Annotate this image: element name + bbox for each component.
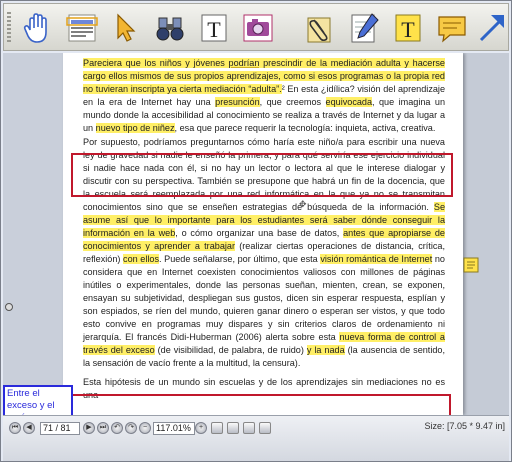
facing-view-icon[interactable] bbox=[243, 422, 255, 434]
body-text: , que creemos bbox=[259, 97, 326, 107]
forward-button[interactable]: ↷ bbox=[125, 422, 137, 434]
body-text: . Puede señalarse, por último, que esta bbox=[159, 254, 321, 264]
arrow-pointer-icon bbox=[117, 13, 136, 42]
binoculars-icon bbox=[156, 17, 184, 41]
find-tool-button[interactable] bbox=[150, 8, 190, 48]
callout-annotation[interactable]: Entre el exceso y el vacío.... bbox=[3, 385, 73, 415]
page-text: Pareciera que los niños y jóvenes podría… bbox=[83, 57, 445, 402]
highlighted-text[interactable]: nuevo tipo de niñez bbox=[95, 123, 175, 133]
continuous-facing-view-icon[interactable] bbox=[259, 422, 271, 434]
highlighted-text[interactable]: y la nada bbox=[306, 345, 345, 355]
first-page-button[interactable]: ⏮ bbox=[9, 422, 21, 434]
paragraph-1: Pareciera que los niños y jóvenes podría… bbox=[83, 57, 445, 135]
pencil-notepad-icon bbox=[351, 13, 379, 43]
zoom-in-button[interactable]: + bbox=[195, 422, 207, 434]
attach-tool-button[interactable] bbox=[300, 8, 340, 48]
text-highlight-tool-button[interactable]: T bbox=[388, 8, 428, 48]
pan-handle-icon[interactable] bbox=[5, 303, 13, 311]
single-page-view-icon[interactable] bbox=[211, 422, 223, 434]
page-navigation: ⏮ ◀ 71 / 81 ▶ ⏭ ↶ ↷ − 117.01% + bbox=[9, 420, 273, 436]
page-number-field[interactable]: 71 / 81 bbox=[40, 421, 80, 435]
document-canvas[interactable]: Pareciera que los niños y jóvenes podría… bbox=[3, 53, 509, 415]
body-text: no considera que en Internet coexisten c… bbox=[83, 254, 445, 342]
toolbar-grip[interactable] bbox=[7, 12, 11, 44]
highlighted-text[interactable]: con ellos bbox=[123, 254, 159, 264]
speech-bubble-icon bbox=[438, 16, 466, 43]
highlight-tool-button[interactable] bbox=[344, 8, 384, 48]
hand-icon bbox=[23, 13, 47, 43]
snapshot-tool-button[interactable] bbox=[238, 8, 278, 48]
body-text: , esa que parece requerir la tecnología:… bbox=[174, 123, 436, 133]
body-text: , o cómo organizar una base de datos, bbox=[175, 228, 344, 238]
zoom-field[interactable]: 117.01% bbox=[153, 421, 195, 435]
highlighted-text[interactable]: podrían bbox=[228, 58, 260, 68]
next-page-button[interactable]: ▶ bbox=[83, 422, 95, 434]
continuous-view-icon[interactable] bbox=[227, 422, 239, 434]
camera-icon bbox=[243, 14, 273, 42]
comment-tool-button[interactable] bbox=[432, 8, 472, 48]
hand-tool-button[interactable] bbox=[18, 8, 58, 48]
red-rectangle-annotation-1[interactable] bbox=[71, 153, 453, 197]
body-text: (de visibilidad, de palabra, de ruido) bbox=[154, 345, 307, 355]
text-select-tool-button[interactable] bbox=[62, 8, 102, 48]
prev-page-button[interactable]: ◀ bbox=[23, 422, 35, 434]
paperclip-icon bbox=[307, 17, 331, 43]
toolbar: T T bbox=[3, 3, 509, 51]
highlighted-text[interactable]: Pareciera que los niños y jóvenes bbox=[83, 58, 229, 68]
pointer-tool-button[interactable] bbox=[106, 8, 146, 48]
zoom-out-button[interactable]: − bbox=[139, 422, 151, 434]
highlight-t-icon: T bbox=[395, 14, 421, 42]
svg-text:T: T bbox=[207, 17, 221, 42]
red-rectangle-annotation-2[interactable] bbox=[71, 394, 451, 415]
text-select-icon bbox=[66, 14, 98, 42]
last-page-button[interactable]: ⏭ bbox=[97, 422, 109, 434]
diagonal-arrow-icon bbox=[479, 15, 504, 42]
highlighted-text[interactable]: presunción bbox=[215, 97, 260, 107]
back-button[interactable]: ↶ bbox=[111, 422, 123, 434]
arrow-tool-button[interactable] bbox=[472, 8, 512, 48]
status-bar: ⏮ ◀ 71 / 81 ▶ ⏭ ↶ ↷ − 117.01% + Size: [7… bbox=[3, 415, 509, 461]
page-size-label: Size: [7.05 * 9.47 in] bbox=[424, 421, 505, 431]
typewriter-tool-button[interactable]: T bbox=[194, 8, 234, 48]
text-frame-icon: T bbox=[201, 14, 227, 42]
left-margin bbox=[3, 53, 63, 415]
highlighted-text[interactable]: equivocada bbox=[325, 97, 373, 107]
document-page[interactable]: Pareciera que los niños y jóvenes podría… bbox=[63, 53, 463, 415]
svg-text:T: T bbox=[401, 17, 415, 42]
cursor-icon: ✥ bbox=[299, 199, 307, 209]
highlighted-text[interactable]: visión romántica de Internet bbox=[320, 254, 433, 264]
pdf-viewer-window: T T Pareciera que los niños y jóvenes po… bbox=[0, 0, 512, 462]
sticky-note-icon[interactable] bbox=[463, 257, 479, 273]
